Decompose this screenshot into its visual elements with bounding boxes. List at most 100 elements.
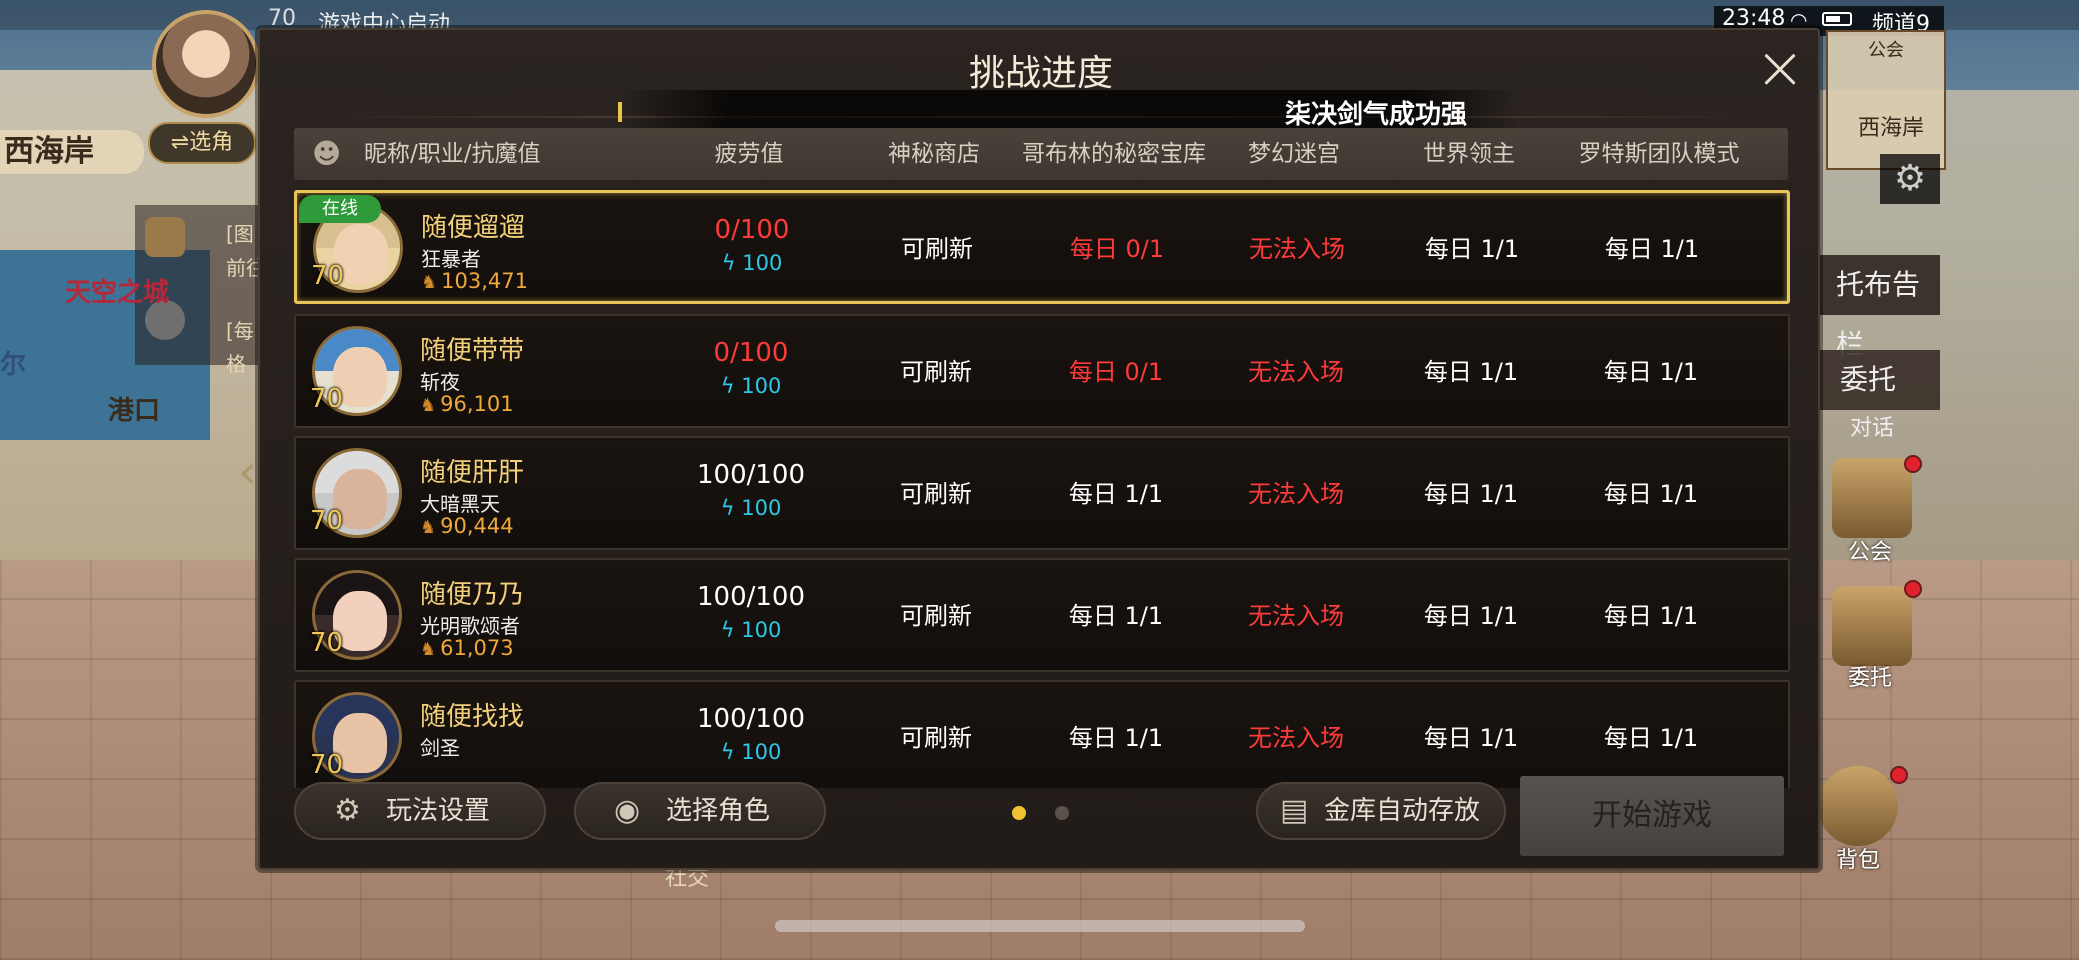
lord-status: 每日 1/1 [1423,724,1519,752]
character-level: 70 [311,261,345,291]
character-job: 斩夜 [420,370,460,394]
dream-status: 无法入场 [1248,358,1344,386]
close-icon[interactable]: × [1754,38,1806,98]
minimap-guild-label: 公会 [1868,40,1904,61]
previous-page-arrow-icon[interactable]: ‹ [238,444,257,500]
raid-status: 每日 1/1 [1604,235,1700,263]
fatigue-value: 100/100 [696,460,805,490]
shop-status: 可刷新 [900,724,972,752]
page-dot[interactable] [1055,806,1069,820]
table-row[interactable]: 70 随便乃乃 光明歌颂者 ♞ 61,073 100/100 ϟ 100 可刷新 … [294,558,1790,672]
scroll-icon [145,217,185,257]
table-row[interactable]: 70 随便肝肝 大暗黑天 ♞ 90,444 100/100 ϟ 100 可刷新 每… [294,436,1790,550]
shop-status: 可刷新 [900,480,972,508]
resistance-icon: ♞ [420,395,437,416]
raid-status: 每日 1/1 [1603,724,1699,752]
table-row[interactable]: 在线 70 随便遛遛 狂暴者 ♞ 103,471 0/100 ϟ 100 可刷新 … [294,190,1790,304]
dream-status: 无法入场 [1248,480,1344,508]
lightning-icon: ϟ [720,618,742,642]
energy-value: ϟ 100 [721,251,783,275]
commission-icon[interactable] [1832,586,1912,666]
lightning-icon: ϟ [720,740,742,764]
fatigue-value: 100/100 [696,582,805,612]
character-list[interactable]: 在线 70 随便遛遛 狂暴者 ♞ 103,471 0/100 ϟ 100 可刷新 … [294,190,1790,788]
goblin-status: 每日 1/1 [1068,602,1164,630]
energy-value: ϟ 100 [720,496,782,520]
shop-status: 可刷新 [900,358,972,386]
character-level: 70 [310,506,344,536]
character-swap-icon: ◉ [614,793,641,828]
gameplay-settings-button[interactable]: ⚙ 玩法设置 [294,782,546,840]
goblin-status: 每日 1/1 [1068,724,1164,752]
vault-icon: ▤ [1280,793,1309,828]
bulletin-board-button[interactable]: 托布告栏 [1800,255,1940,361]
marquee-marker [618,102,622,122]
character-job: 大暗黑天 [420,492,500,516]
shop-status: 可刷新 [901,235,973,263]
guild-notification-dot [1904,455,1922,473]
bag-icon[interactable] [1818,766,1898,846]
gear-icon: ⚙ [334,793,361,828]
dream-status: 无法入场 [1248,724,1344,752]
character-name: 随便乃乃 [420,580,525,610]
table-row[interactable]: 70 随便找找 剑圣 100/100 ϟ 100 可刷新 每日 1/1 无法入场… [294,680,1790,788]
resistance-value: ♞ 96,101 [420,392,514,416]
goblin-status: 每日 0/1 [1069,235,1165,263]
energy-value: ϟ 100 [720,374,782,398]
commission-notification-dot [1904,580,1922,598]
lightning-icon: ϟ [720,496,742,520]
guild-icon[interactable] [1832,458,1912,538]
goblin-status: 每日 1/1 [1068,480,1164,508]
quest-line-4: 格 [226,352,246,376]
table-row[interactable]: 70 随便带带 斩夜 ♞ 96,101 0/100 ϟ 100 可刷新 每日 0/… [294,314,1790,428]
header-shop: 神秘商店 [888,141,980,167]
select-role-button[interactable]: ⇌选角 [148,122,256,164]
lord-status: 每日 1/1 [1424,235,1520,263]
commission-label: 委托 [1848,666,1893,691]
character-name: 随便找找 [420,702,525,732]
character-name: 随便遛遛 [421,213,526,243]
header-raid: 罗特斯团队模式 [1578,141,1740,167]
dream-status: 无法入场 [1248,602,1344,630]
raid-status: 每日 1/1 [1603,358,1699,386]
energy-value: ϟ 100 [720,618,782,642]
player-avatar[interactable] [152,10,260,118]
home-indicator[interactable] [775,920,1305,932]
bag-label: 背包 [1836,848,1881,873]
start-game-button[interactable]: 开始游戏 [1520,776,1784,856]
page-dot-active[interactable] [1012,806,1026,820]
header-dream: 梦幻迷宫 [1248,141,1340,167]
online-badge: 在线 [299,195,381,223]
header-name: 昵称/职业/抗魔值 [364,141,541,167]
resistance-icon: ♞ [421,272,438,293]
character-head-icon: ☻ [312,137,342,170]
map-label-port: 港口 [108,396,161,426]
header-lord: 世界领主 [1423,141,1515,167]
quest-line-1: [图 [226,222,254,246]
raid-status: 每日 1/1 [1603,602,1699,630]
character-name: 随便带带 [420,336,525,366]
location-name: 西海岸 [0,130,144,174]
minimap[interactable]: 公会 西海岸 [1826,30,1946,170]
dialog-title: 挑战进度 [968,53,1113,94]
challenge-progress-dialog: 挑战进度 × 柒决剑气成功强 ☻ 昵称/职业/抗魔值 疲劳值 神秘商店 哥布林的… [258,28,1820,870]
commission-side-button[interactable]: 委托 [1820,350,1940,410]
guild-label: 公会 [1848,540,1893,565]
quest-line-3: [每 [226,319,254,343]
auto-store-button[interactable]: ▤ 金库自动存放 [1256,782,1506,840]
lord-status: 每日 1/1 [1423,358,1519,386]
header-fatigue: 疲劳值 [714,141,784,167]
lightning-icon: ϟ [721,251,743,275]
character-level: 70 [310,384,344,414]
character-name: 随便肝肝 [420,458,525,488]
lightning-icon: ϟ [720,374,742,398]
resistance-value: ♞ 103,471 [421,269,528,293]
shop-status: 可刷新 [900,602,972,630]
select-character-button[interactable]: ◉ 选择角色 [574,782,826,840]
map-label-sky-city: 天空之城 [65,278,170,308]
fatigue-value: 100/100 [696,704,805,734]
fatigue-value: 0/100 [714,215,790,245]
raid-status: 每日 1/1 [1603,480,1699,508]
bag-notification-dot [1890,766,1908,784]
settings-gear-icon[interactable]: ⚙ [1880,154,1940,204]
